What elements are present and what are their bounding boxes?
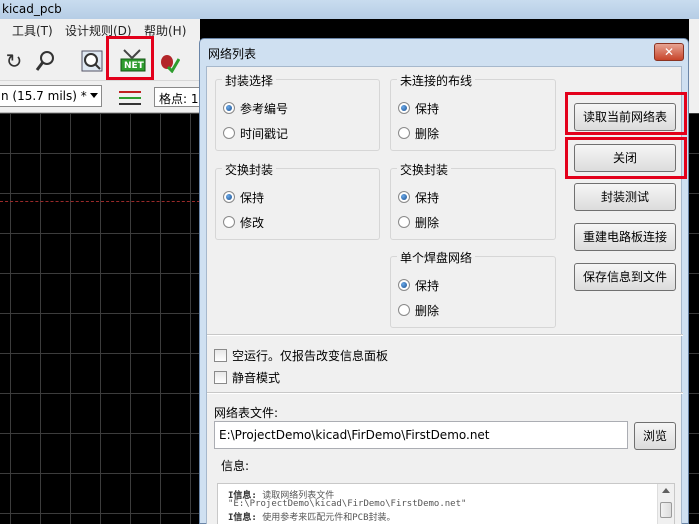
- group-title: 交换封装: [222, 161, 277, 178]
- main-toolbar: ↻ NET: [0, 41, 200, 81]
- radio-label: 保持: [415, 101, 440, 116]
- radio-keep-single-pad[interactable]: 保持: [398, 277, 439, 293]
- radio-button: [223, 127, 235, 139]
- netlist-file-label: 网络表文件:: [214, 406, 279, 420]
- group-title: 交换封装: [397, 161, 452, 178]
- menu-bar: 工具(T) 设计规则(D) 帮助(H): [0, 19, 200, 41]
- scroll-up-icon[interactable]: [662, 488, 670, 493]
- group-exchange-footprint-left: 交换封装 保持 修改: [215, 161, 380, 240]
- group-footprint-select: 封装选择 参考编号 时间戳记: [215, 72, 380, 151]
- radio-button: [398, 127, 410, 139]
- browse-button[interactable]: 浏览: [634, 422, 676, 450]
- radio-button: [398, 279, 410, 291]
- close-icon[interactable]: ✕: [654, 43, 684, 61]
- zoom-fit-icon[interactable]: [32, 47, 60, 75]
- dialog-title: 网络列表: [208, 47, 257, 61]
- chevron-down-icon: [90, 93, 98, 98]
- radio-label: 删除: [415, 303, 440, 318]
- radio-label: 保持: [240, 190, 265, 205]
- scroll-thumb[interactable]: [660, 502, 672, 518]
- radio-label: 删除: [415, 126, 440, 141]
- pcb-canvas[interactable]: [0, 113, 200, 524]
- netlist-file-input[interactable]: E:\ProjectDemo\kicad\FirDemo\FirstDemo.n…: [214, 421, 628, 449]
- radio-button: [398, 216, 410, 228]
- group-title: 未连接的布线: [397, 72, 476, 89]
- radio-button: [223, 216, 235, 228]
- message-line: "E:\ProjectDemo\kicad\FirDemo\FirstDemo.…: [228, 499, 467, 509]
- netlist-icon-highlight: [106, 36, 154, 80]
- checkbox-label: 静音模式: [232, 370, 281, 385]
- separator: [207, 392, 683, 394]
- messages-scrollbar[interactable]: [657, 484, 674, 524]
- message-line: I信息: 使用参考来匹配元件和PCB封装。: [228, 513, 396, 523]
- radio-keep-extra[interactable]: 保持: [398, 189, 439, 205]
- radio-reference[interactable]: 参考编号: [223, 100, 288, 116]
- radio-delete-extra[interactable]: 删除: [398, 214, 439, 230]
- secondary-toolbar: n (15.7 mils) * 格点: 1: [0, 81, 200, 113]
- group-title: 封装选择: [222, 72, 277, 89]
- window-titlebar: kicad_pcb: [0, 0, 699, 19]
- checkbox: [214, 370, 227, 384]
- menu-item-tools[interactable]: 工具(T): [12, 22, 53, 39]
- silent-mode-checkbox[interactable]: 静音模式: [214, 369, 280, 385]
- rebuild-board-button[interactable]: 重建电路板连接: [574, 223, 676, 251]
- save-messages-button[interactable]: 保存信息到文件: [574, 263, 676, 291]
- radio-button: [223, 102, 235, 114]
- radio-button: [398, 102, 410, 114]
- radio-label: 保持: [415, 190, 440, 205]
- redo-icon[interactable]: ↻: [0, 47, 28, 75]
- board-edge-line: [0, 201, 200, 202]
- grid-select[interactable]: 格点: 1: [154, 87, 200, 107]
- radio-button: [223, 191, 235, 203]
- group-title: 单个焊盘网络: [397, 249, 476, 266]
- radio-label: 修改: [240, 215, 265, 230]
- group-single-pad-nets: 单个焊盘网络 保持 删除: [390, 249, 556, 328]
- messages-label: 信息:: [221, 459, 250, 473]
- close-button-highlight: [565, 137, 687, 179]
- canvas-right-edge: [689, 113, 699, 524]
- test-footprints-button[interactable]: 封装测试: [574, 183, 676, 211]
- dry-run-checkbox[interactable]: 空运行。仅报告改变信息面板: [214, 347, 388, 363]
- zoom-search-icon[interactable]: [78, 47, 106, 75]
- radio-button: [398, 191, 410, 203]
- track-width-value: n (15.7 mils) *: [1, 89, 87, 103]
- radio-delete-tracks[interactable]: 删除: [398, 125, 439, 141]
- read-netlist-highlight: [565, 92, 687, 135]
- toolbar-right-edge: [689, 19, 699, 113]
- radio-delete-single-pad[interactable]: 删除: [398, 302, 439, 318]
- radio-keep-tracks[interactable]: 保持: [398, 100, 439, 116]
- ratsnest-icon[interactable]: [116, 83, 144, 111]
- group-exchange-footprint-right: 交换封装 保持 删除: [390, 161, 556, 240]
- radio-keep-footprint[interactable]: 保持: [223, 189, 264, 205]
- radio-label: 时间戳记: [240, 126, 289, 141]
- checkbox-label: 空运行。仅报告改变信息面板: [232, 348, 389, 363]
- radio-button: [398, 304, 410, 316]
- checkbox: [214, 348, 227, 362]
- window-title: kicad_pcb: [2, 2, 62, 16]
- drc-bug-icon[interactable]: [154, 47, 182, 75]
- track-width-select[interactable]: n (15.7 mils) *: [0, 85, 102, 107]
- radio-modify-footprint[interactable]: 修改: [223, 214, 264, 230]
- separator: [207, 334, 683, 336]
- radio-timestamp[interactable]: 时间戳记: [223, 125, 288, 141]
- radio-label: 参考编号: [240, 101, 289, 116]
- radio-label: 保持: [415, 278, 440, 293]
- radio-label: 删除: [415, 215, 440, 230]
- messages-panel[interactable]: I信息: 读取网络列表文件 "E:\ProjectDemo\kicad\FirD…: [217, 483, 675, 524]
- group-unconnected-tracks: 未连接的布线 保持 删除: [390, 72, 556, 151]
